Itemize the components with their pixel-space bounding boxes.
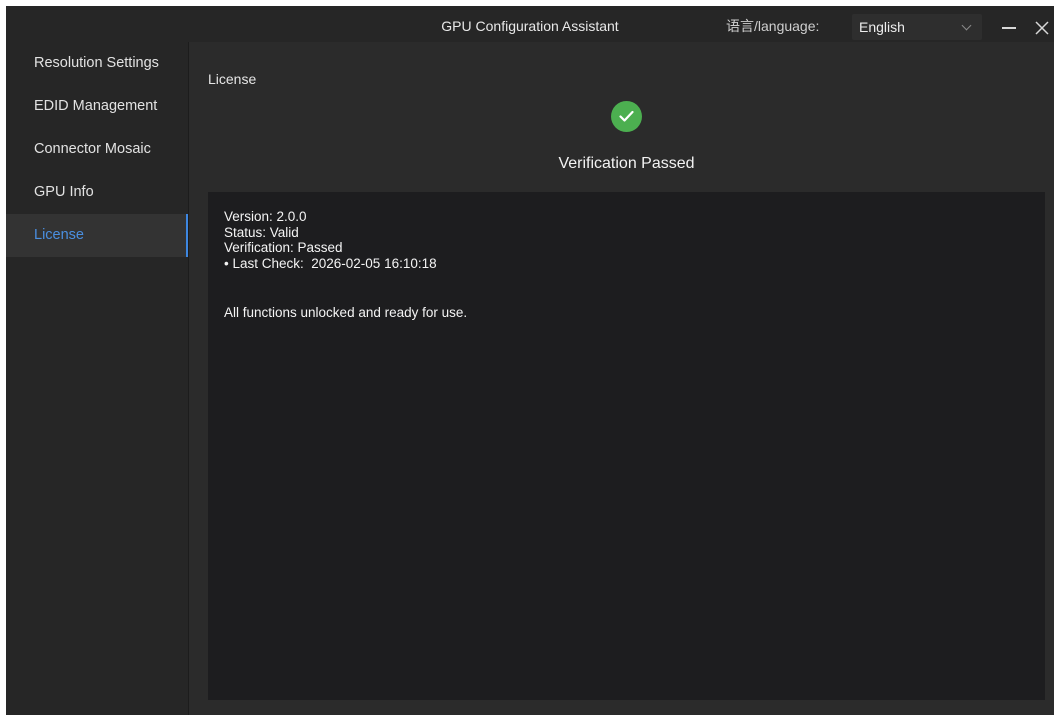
language-label: 语言/language: (726, 18, 820, 34)
sidebar-item-edid-management[interactable]: EDID Management (6, 85, 188, 128)
verification-status-title: Verification Passed (558, 155, 695, 172)
page-title: License (208, 71, 257, 87)
close-button[interactable] (1028, 12, 1054, 40)
sidebar-item-gpu-info[interactable]: GPU Info (6, 171, 188, 214)
app-window: GPU Configuration Assistant 语言/language:… (6, 6, 1054, 715)
verification-text: Verification: Passed (224, 240, 343, 255)
summary-text: All functions unlocked and ready for use… (224, 305, 468, 320)
title-bar: GPU Configuration Assistant 语言/language:… (6, 6, 1054, 42)
chevron-down-icon (961, 20, 972, 31)
sidebar-item-resolution-settings[interactable]: Resolution Settings (6, 42, 188, 85)
language-select[interactable]: English (852, 14, 982, 40)
license-info-panel: Version: 2.0.0 Status: Valid Verificatio… (208, 192, 1045, 700)
status-text: Status: Valid (224, 224, 299, 240)
main-content: License Verification Passed Version: 2.0… (189, 42, 1054, 715)
language-select-value: English (859, 19, 905, 35)
sidebar-item-license[interactable]: License (6, 214, 188, 257)
license-details: Version: 2.0.0 Status: Valid Verificatio… (224, 209, 437, 271)
check-circle-icon (611, 101, 642, 132)
last-check-text: • Last Check: 2026-02-05 16:10:18 (224, 255, 437, 271)
minimize-button[interactable] (995, 12, 1023, 40)
version-text: Version: 2.0.0 (224, 209, 307, 224)
sidebar-item-connector-mosaic[interactable]: Connector Mosaic (6, 128, 188, 171)
close-icon (1035, 21, 1049, 35)
sidebar: Resolution Settings EDID Management Conn… (6, 42, 189, 715)
